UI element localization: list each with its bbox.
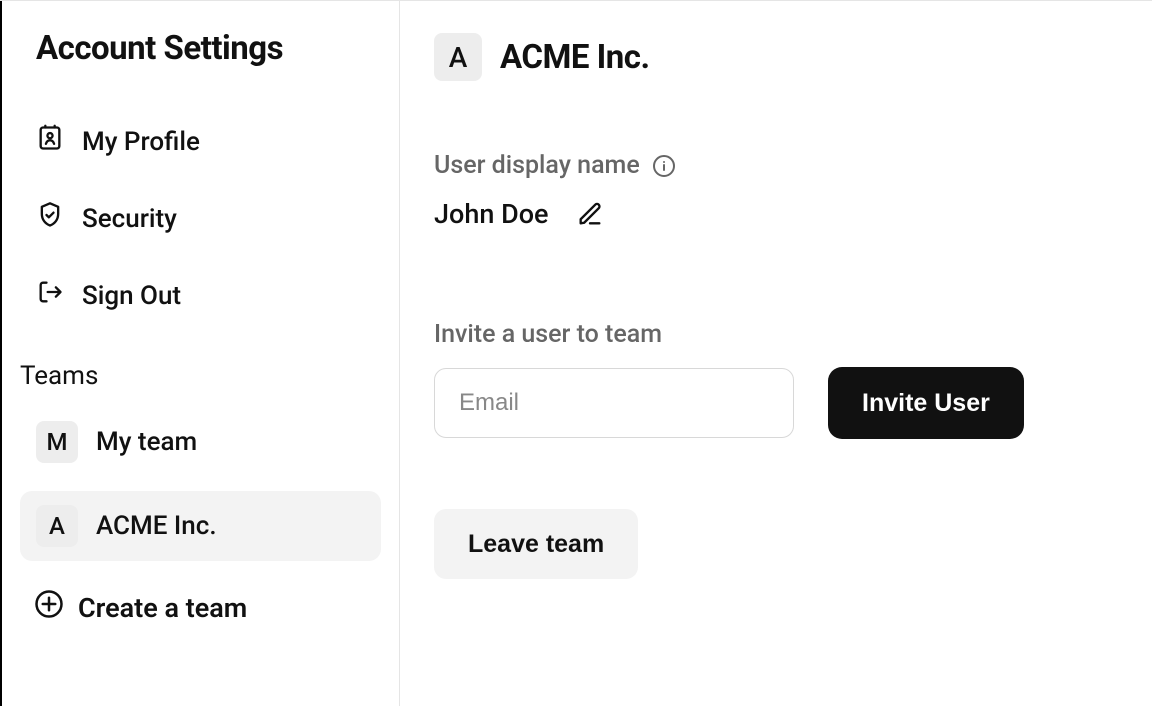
display-name-label-text: User display name — [434, 151, 640, 180]
display-name-label: User display name — [434, 151, 1118, 180]
invite-user-button[interactable]: Invite User — [828, 367, 1024, 439]
sidebar-item-security[interactable]: Security — [20, 189, 381, 248]
team-item-label: My team — [96, 427, 197, 457]
team-item-label: ACME Inc. — [96, 511, 217, 541]
sidebar-item-my-profile[interactable]: My Profile — [20, 112, 381, 171]
invite-row: Invite User — [434, 367, 1118, 439]
display-name-value: John Doe — [434, 198, 548, 230]
sidebar-item-label: Sign Out — [82, 281, 181, 311]
team-header: A ACME Inc. — [434, 33, 1118, 81]
sidebar-item-sign-out[interactable]: Sign Out — [20, 266, 381, 325]
profile-icon — [36, 124, 64, 159]
plus-circle-icon — [34, 589, 64, 626]
avatar: A — [36, 505, 78, 547]
teams-section-label: Teams — [20, 361, 381, 391]
create-team-label: Create a team — [78, 592, 247, 624]
shield-icon — [36, 201, 64, 236]
avatar: M — [36, 421, 78, 463]
invite-email-input[interactable] — [434, 368, 794, 438]
edit-icon[interactable] — [576, 200, 604, 228]
create-team-button[interactable]: Create a team — [20, 575, 381, 640]
team-item-acme[interactable]: A ACME Inc. — [20, 491, 381, 561]
signout-icon — [36, 278, 64, 313]
team-item-my-team[interactable]: M My team — [20, 407, 381, 477]
avatar: A — [434, 33, 482, 81]
main-content: A ACME Inc. User display name John Doe I… — [400, 1, 1152, 706]
info-icon[interactable] — [652, 154, 676, 178]
team-name: ACME Inc. — [500, 38, 650, 77]
page-title: Account Settings — [36, 29, 381, 68]
invite-label: Invite a user to team — [434, 320, 1118, 349]
display-name-row: John Doe — [434, 198, 1118, 230]
leave-team-button[interactable]: Leave team — [434, 509, 638, 579]
sidebar: Account Settings My Profile Security — [0, 1, 400, 706]
sidebar-item-label: Security — [82, 204, 177, 234]
sidebar-item-label: My Profile — [82, 127, 200, 157]
